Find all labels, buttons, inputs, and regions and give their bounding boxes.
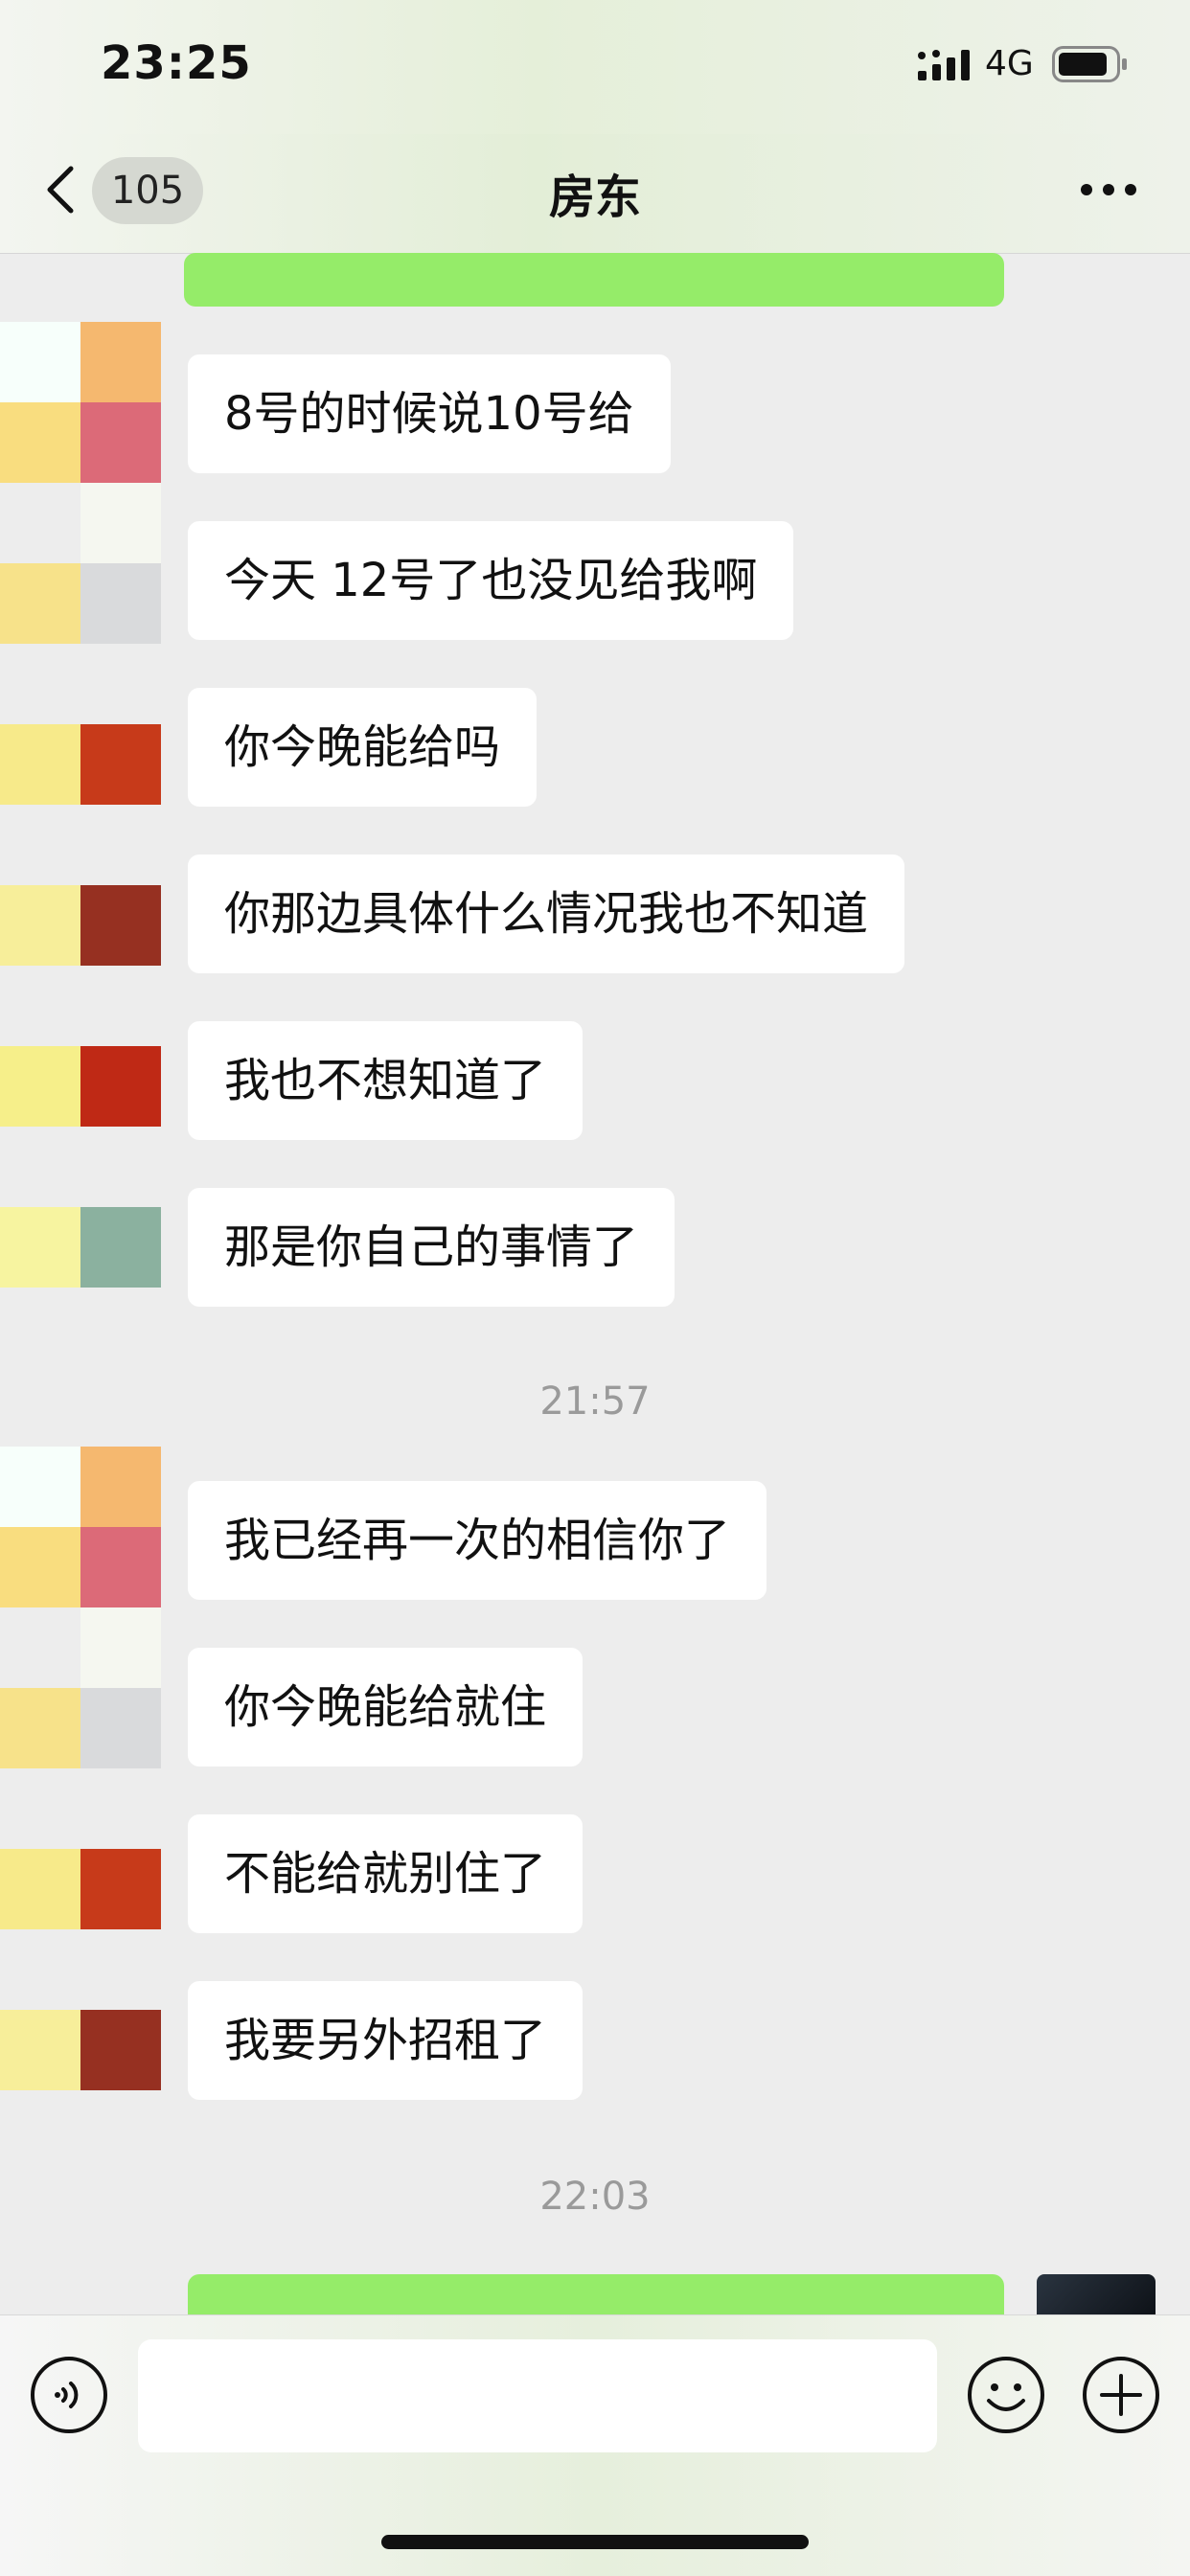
message-timestamp: 21:57 [539,1379,651,1424]
network-type: 4G [985,44,1034,83]
avatar[interactable] [0,483,161,644]
avatar[interactable] [0,2010,161,2090]
chat-title: 房东 [548,171,641,224]
emoji-icon[interactable] [966,2355,1046,2435]
status-time: 23:25 [101,36,252,90]
avatar[interactable] [0,1207,161,1288]
message-timestamp: 22:03 [539,2175,651,2219]
signal-icon [918,50,970,80]
home-indicator[interactable] [381,2535,809,2549]
avatar[interactable] [0,322,161,483]
received-message-bubble[interactable]: 8号的时候说10号给 [188,354,671,473]
sent-message-bubble-partial[interactable] [184,253,1004,307]
avatar[interactable] [0,1607,161,1768]
more-icon[interactable] [1079,178,1138,201]
received-message-bubble[interactable]: 你今晚能给就住 [188,1648,584,1767]
received-message-bubble[interactable]: 那是你自己的事情了 [188,1188,675,1307]
received-message-bubble[interactable]: 我已经再一次的相信你了 [188,1481,767,1600]
received-message-bubble[interactable]: 不能给就别住了 [188,1814,584,1933]
received-message-bubble[interactable]: 今天 12号了也没见给我啊 [188,521,794,640]
own-avatar[interactable] [1037,2274,1156,2314]
avatar[interactable] [0,1447,161,1607]
status-bar: 23:25 4G [0,0,1190,134]
received-message-bubble[interactable]: 我要另外招租了 [188,1981,584,2100]
avatar[interactable] [0,1046,161,1127]
received-message-bubble[interactable]: 你今晚能给吗 [188,688,538,807]
voice-input-icon[interactable] [29,2355,109,2435]
avatar[interactable] [0,885,161,966]
battery-icon [1052,46,1127,82]
message-input[interactable] [138,2339,937,2452]
received-message-bubble[interactable]: 我也不想知道了 [188,1021,584,1140]
plus-icon[interactable] [1081,2355,1161,2435]
sent-message-bubble-partial[interactable] [188,2274,1004,2314]
avatar[interactable] [0,724,161,805]
received-message-bubble[interactable]: 你那边具体什么情况我也不知道 [188,855,905,973]
avatar[interactable] [0,1849,161,1929]
